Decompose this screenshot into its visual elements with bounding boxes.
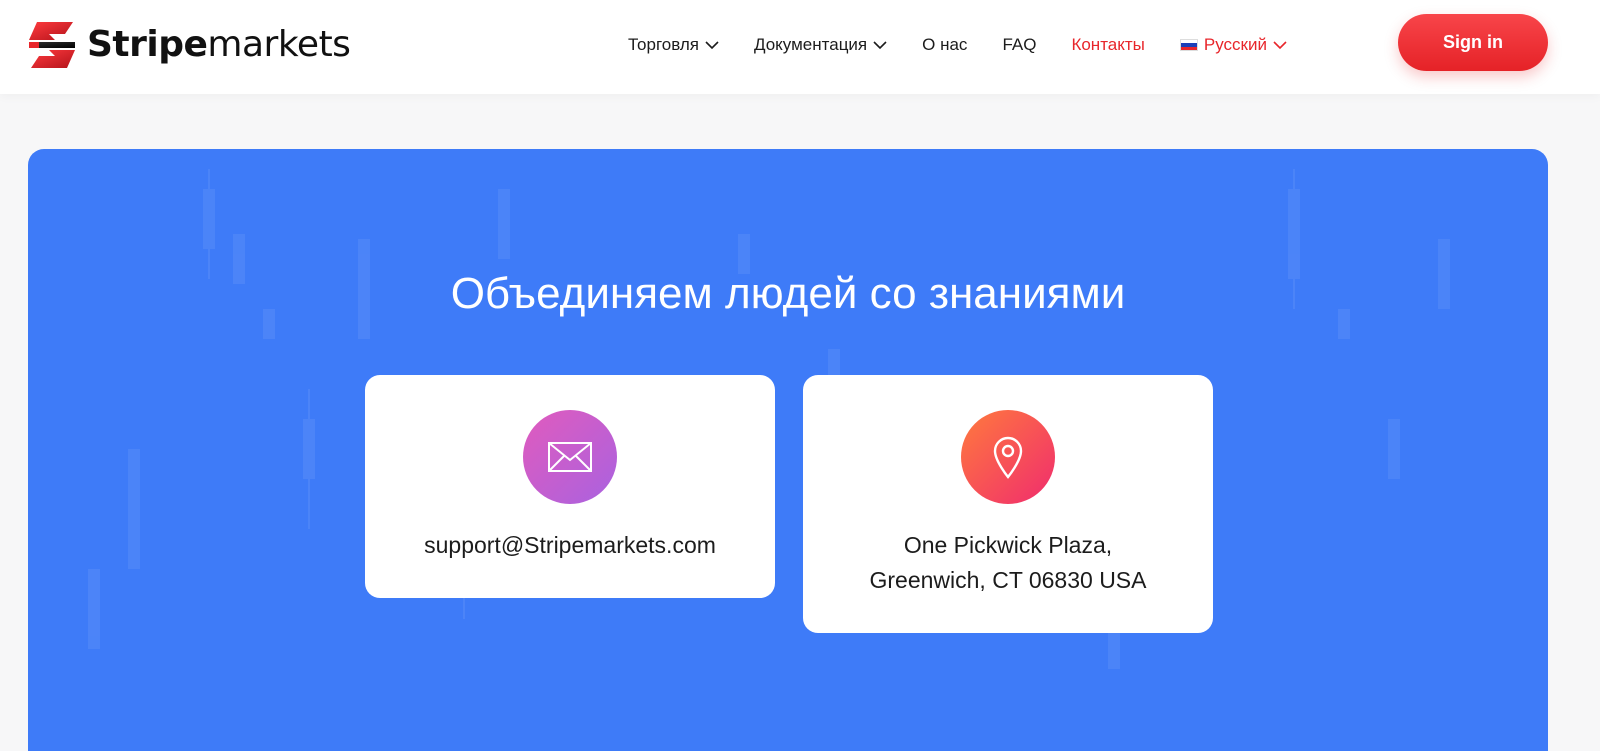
nav-item-faq[interactable]: FAQ	[1002, 35, 1036, 55]
address-text: One Pickwick Plaza, Greenwich, CT 06830 …	[803, 528, 1213, 598]
nav-item-about[interactable]: О нас	[922, 35, 967, 55]
location-pin-icon	[993, 436, 1023, 479]
email-card: support@Stripemarkets.com	[365, 375, 775, 598]
nav-item-documentation[interactable]: Документация	[754, 35, 887, 55]
hero-title: Объединяем людей со знаниями	[450, 269, 1126, 318]
support-email-link[interactable]: support@Stripemarkets.com	[365, 528, 775, 563]
nav-item-label: Контакты	[1071, 35, 1145, 54]
address-line-1: One Pickwick Plaza,	[903, 532, 1113, 558]
nav-item-trading[interactable]: Торговля	[628, 35, 719, 55]
language-label: Русский	[1203, 35, 1267, 54]
address-card: One Pickwick Plaza, Greenwich, CT 06830 …	[803, 375, 1213, 633]
chevron-down-icon	[873, 40, 887, 49]
brand-name: Stripemarkets	[87, 24, 351, 65]
candlestick-background	[88, 169, 1450, 669]
address-line-2: Greenwich, CT 06830 USA	[869, 567, 1147, 593]
main-nav: Торговля Документация О нас FAQ Контакты…	[628, 30, 1322, 60]
location-icon-circle	[961, 410, 1055, 504]
envelope-icon	[548, 442, 592, 472]
nav-item-label: Торговля	[628, 35, 700, 54]
logo-link[interactable]: Stripemarkets	[27, 20, 351, 70]
chevron-down-icon	[1273, 40, 1287, 49]
sign-in-button[interactable]: Sign in	[1398, 14, 1548, 71]
nav-item-label: FAQ	[1002, 35, 1037, 54]
email-icon-circle	[523, 410, 617, 504]
contact-hero: Объединяем людей со знаниями support@Str…	[28, 149, 1548, 751]
language-selector[interactable]: Русский	[1179, 35, 1287, 55]
nav-item-label: О нас	[922, 35, 968, 54]
chevron-down-icon	[705, 40, 719, 49]
nav-item-label: Документация	[754, 35, 868, 54]
ru-flag-icon	[1179, 39, 1198, 51]
stripemarkets-logo-icon	[29, 22, 75, 68]
site-header: Stripemarkets Торговля Документация О на…	[0, 0, 1600, 94]
nav-item-contacts[interactable]: Контакты	[1071, 35, 1144, 55]
